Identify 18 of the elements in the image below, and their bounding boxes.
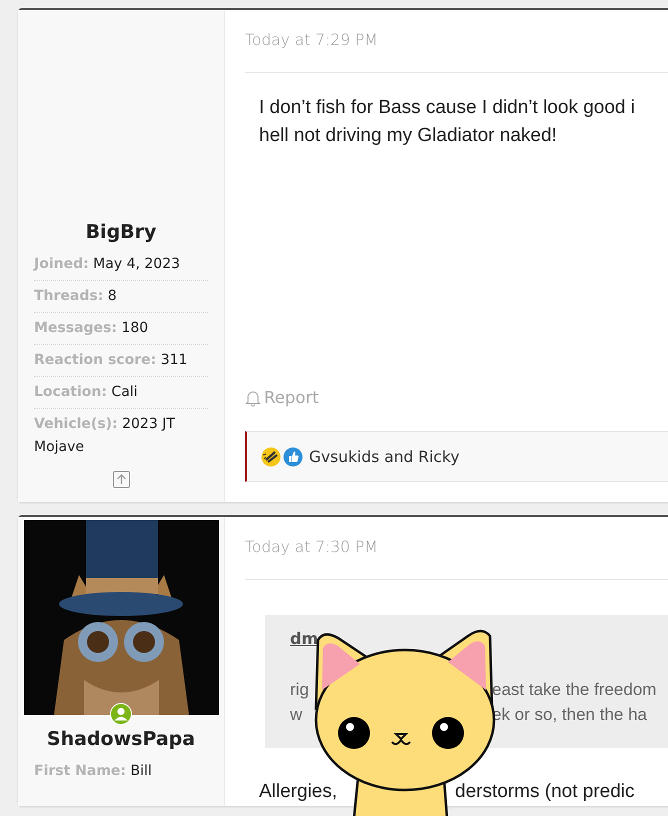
user-stat: First Name: Bill	[34, 762, 153, 781]
quote-author-link[interactable]: dm	[290, 629, 318, 648]
reactions-users-link[interactable]: Gvsukids and Ricky	[309, 448, 460, 466]
post-text: I don’t fish for Bass cause I didn’t look good i	[259, 96, 635, 120]
username[interactable]: BigBry	[86, 217, 156, 247]
user-stat: Joined: May 4, 2023	[34, 249, 208, 281]
user-stat: Messages: 180	[34, 313, 208, 345]
user-stat: Vehicle(s): 2023 JT Mojave	[34, 415, 176, 457]
post-text: hell not driving my Gladiator naked!	[259, 124, 557, 148]
quote-text: east take the freedom	[492, 679, 656, 701]
quote-text: w	[290, 704, 302, 726]
user-stat: Threads: 8	[34, 281, 208, 313]
quote-text: rig	[290, 679, 309, 701]
username[interactable]: ShadowsPapa	[46, 724, 196, 754]
user-stat: Location: Cali	[34, 377, 208, 409]
post-text: Allergies,	[259, 781, 338, 802]
user-stat: Reaction score: 311	[34, 345, 208, 377]
post-text: derstorms (not predic	[455, 780, 635, 804]
